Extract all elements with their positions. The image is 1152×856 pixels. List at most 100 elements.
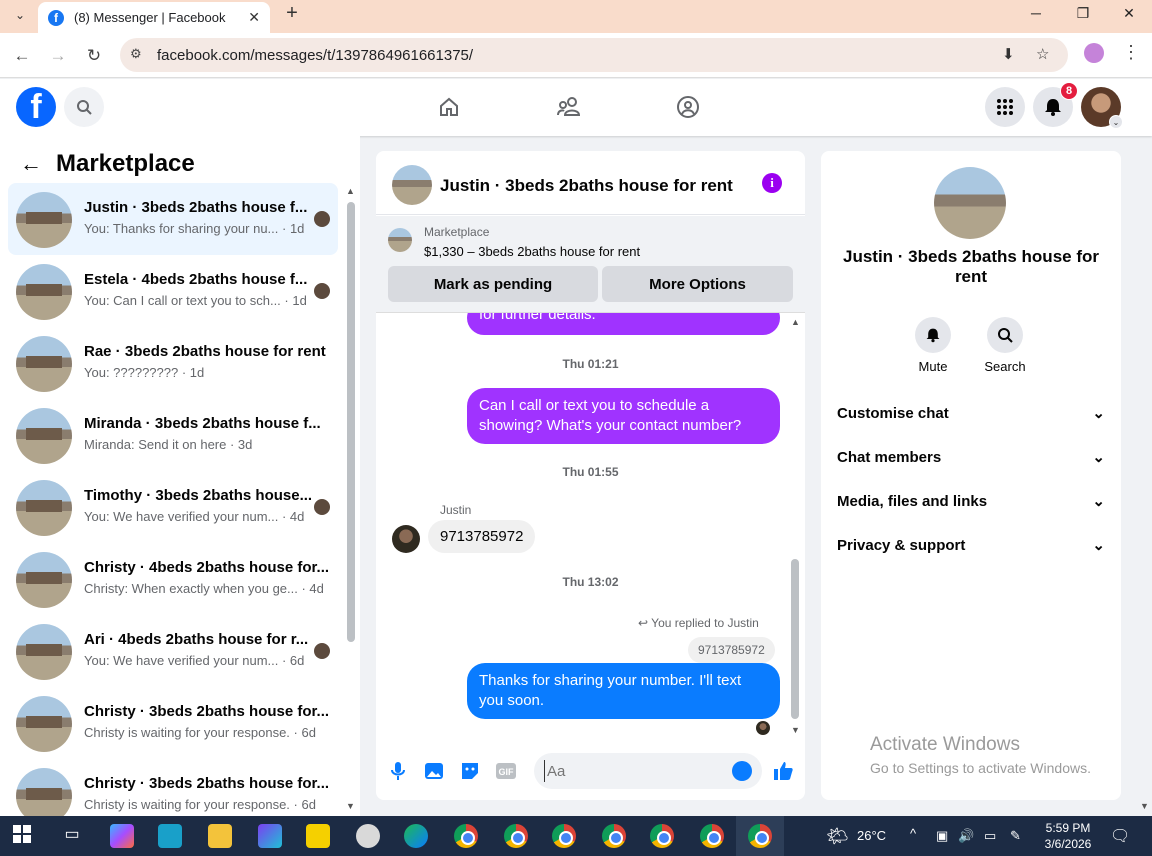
section-privacy-support[interactable]: Privacy & support ⌄ (837, 533, 1105, 557)
maximize-button[interactable]: ❐ (1060, 0, 1106, 26)
listing-thumbnail[interactable] (388, 228, 412, 252)
account-avatar[interactable]: ⌄ (1081, 87, 1123, 129)
home-icon[interactable] (429, 87, 469, 127)
groups-icon[interactable] (668, 87, 708, 127)
more-options-button[interactable]: More Options (602, 266, 793, 302)
forward-button[interactable]: → (44, 42, 72, 70)
file-explorer-icon[interactable] (208, 824, 232, 848)
conversation-item[interactable]: Christy · 3beds 2baths house for... Chris… (8, 759, 338, 816)
chat-title[interactable]: Justin · 3beds 2baths house for rent (440, 176, 733, 196)
account-chevron-icon[interactable]: ⌄ (1109, 115, 1123, 129)
listing-price[interactable]: $1,330 – 3beds 2baths house for rent (424, 244, 640, 259)
scroll-up-arrow[interactable]: ▲ (346, 186, 355, 196)
copilot-icon[interactable] (110, 824, 134, 848)
new-tab-button[interactable]: + (282, 2, 302, 26)
section-label: Chat members (837, 448, 942, 466)
app-icon[interactable] (258, 824, 282, 848)
conversation-item[interactable]: Justin · 3beds 2baths house f... You: Tha… (8, 183, 338, 255)
back-button[interactable]: ← (8, 42, 36, 70)
section-chat-members[interactable]: Chat members ⌄ (837, 445, 1105, 469)
section-media-files-links[interactable]: Media, files and links ⌄ (837, 489, 1105, 513)
pen-icon[interactable]: ✎ (1010, 828, 1021, 844)
chat-listing-thumbnail[interactable] (392, 165, 432, 205)
edge-icon[interactable] (404, 824, 428, 848)
conversation-item[interactable]: Miranda · 3beds 2baths house f... Miranda… (8, 399, 338, 471)
weather-icon[interactable]: 🌤 (826, 826, 849, 847)
sticker-icon[interactable] (458, 759, 482, 783)
conversation-snippet: Christy is waiting for your response. · … (84, 725, 316, 740)
site-info-icon[interactable]: ⚙ (130, 46, 142, 62)
network-icon[interactable]: ▭ (984, 828, 996, 844)
facebook-logo[interactable]: f (16, 87, 56, 127)
chat-scrollbar[interactable] (791, 559, 799, 719)
tab-search-icon[interactable]: ⌄ (6, 2, 34, 28)
app-icon[interactable] (158, 824, 182, 848)
section-customise-chat[interactable]: Customise chat ⌄ (837, 401, 1105, 425)
chrome-icon[interactable] (650, 824, 674, 848)
chrome-icon[interactable] (602, 824, 626, 848)
mute-button[interactable]: Mute (903, 317, 963, 374)
conversation-item[interactable]: Timothy · 3beds 2baths house... You: We h… (8, 471, 338, 543)
chrome-icon[interactable] (454, 824, 478, 848)
back-arrow-icon[interactable]: ← (20, 151, 42, 177)
chrome-icon[interactable] (748, 824, 772, 848)
message-input[interactable] (544, 760, 724, 782)
message-bubble-outgoing[interactable]: Thanks for sharing your number. I'll tex… (467, 663, 780, 719)
page-scroll-down-arrow[interactable]: ▼ (1140, 801, 1149, 811)
system-clock[interactable]: 5:59 PM 3/6/2026 (1040, 820, 1096, 852)
chrome-icon[interactable] (504, 824, 528, 848)
bookmark-star-icon[interactable]: ☆ (1036, 45, 1049, 63)
listing-thumbnail (16, 768, 72, 816)
message-input-box[interactable] (534, 753, 762, 789)
message-bubble-incoming[interactable]: 9713785972 (428, 520, 536, 553)
details-listing-thumbnail[interactable] (934, 167, 1006, 239)
conversation-item[interactable]: Estela · 4beds 2baths house f... You: Can… (8, 255, 338, 327)
reload-button[interactable]: ↻ (80, 42, 108, 70)
close-window-button[interactable]: ✕ (1106, 0, 1152, 26)
friends-icon[interactable] (549, 87, 589, 127)
sidebar-scrollbar[interactable] (347, 202, 355, 642)
search-conversation-button[interactable]: Search (975, 317, 1035, 374)
gif-icon[interactable]: GIF (494, 759, 518, 783)
temperature[interactable]: 26°C (857, 828, 886, 843)
mark-as-pending-button[interactable]: Mark as pending (388, 266, 598, 302)
message-bubble-outgoing[interactable]: for further details. (467, 313, 780, 335)
close-tab-icon[interactable]: ✕ (248, 9, 260, 26)
show-hidden-icons-icon[interactable]: ^ (910, 826, 916, 841)
browser-profile-icon[interactable] (1084, 43, 1104, 63)
conversation-item[interactable]: Ari · 4beds 2baths house for r... You: We… (8, 615, 338, 687)
sticky-notes-icon[interactable] (306, 824, 330, 848)
like-thumb-icon[interactable] (771, 759, 795, 783)
minimize-button[interactable]: ─ (1013, 0, 1059, 26)
sender-avatar[interactable] (392, 525, 420, 553)
scroll-down-arrow[interactable]: ▼ (346, 801, 355, 811)
browser-menu-icon[interactable]: ⋮ (1122, 42, 1140, 63)
conversation-item[interactable]: Christy · 3beds 2baths house for... Chris… (8, 687, 338, 759)
url-text[interactable]: facebook.com/messages/t/1397864961661375… (157, 47, 473, 64)
message-bubble-outgoing[interactable]: Can I call or text you to schedule a sho… (467, 388, 780, 444)
search-icon[interactable] (64, 87, 104, 127)
chrome-icon[interactable] (552, 824, 576, 848)
app-icon[interactable] (356, 824, 380, 848)
menu-grid-icon[interactable] (985, 87, 1025, 127)
task-view-icon[interactable]: ▭ (60, 824, 84, 848)
info-icon[interactable]: i (762, 173, 782, 193)
active-taskbar-slot[interactable] (736, 816, 784, 856)
meet-icon[interactable]: ▣ (936, 828, 948, 844)
address-bar[interactable]: ⚙ facebook.com/messages/t/13978649616613… (120, 38, 1068, 72)
install-app-icon[interactable]: ⬇ (1002, 45, 1015, 63)
volume-icon[interactable]: 🔊 (958, 828, 974, 844)
replied-quote[interactable]: 9713785972 (688, 637, 775, 663)
listing-thumbnail (16, 192, 72, 248)
conversation-item[interactable]: Rae · 3beds 2baths house for rent You: ??… (8, 327, 338, 399)
microphone-icon[interactable] (386, 759, 410, 783)
chat-scroll-up-arrow[interactable]: ▲ (791, 317, 800, 327)
windows-start-icon[interactable] (12, 824, 36, 848)
chrome-icon[interactable] (700, 824, 724, 848)
conversation-item[interactable]: Christy · 4beds 2baths house for... Chris… (8, 543, 338, 615)
photo-icon[interactable] (422, 759, 446, 783)
notification-center-icon[interactable]: 🗨 (1110, 826, 1130, 846)
browser-tab[interactable]: f (8) Messenger | Facebook ✕ (38, 2, 270, 33)
emoji-icon[interactable] (732, 761, 752, 781)
chat-scroll-down-arrow[interactable]: ▼ (791, 725, 800, 735)
